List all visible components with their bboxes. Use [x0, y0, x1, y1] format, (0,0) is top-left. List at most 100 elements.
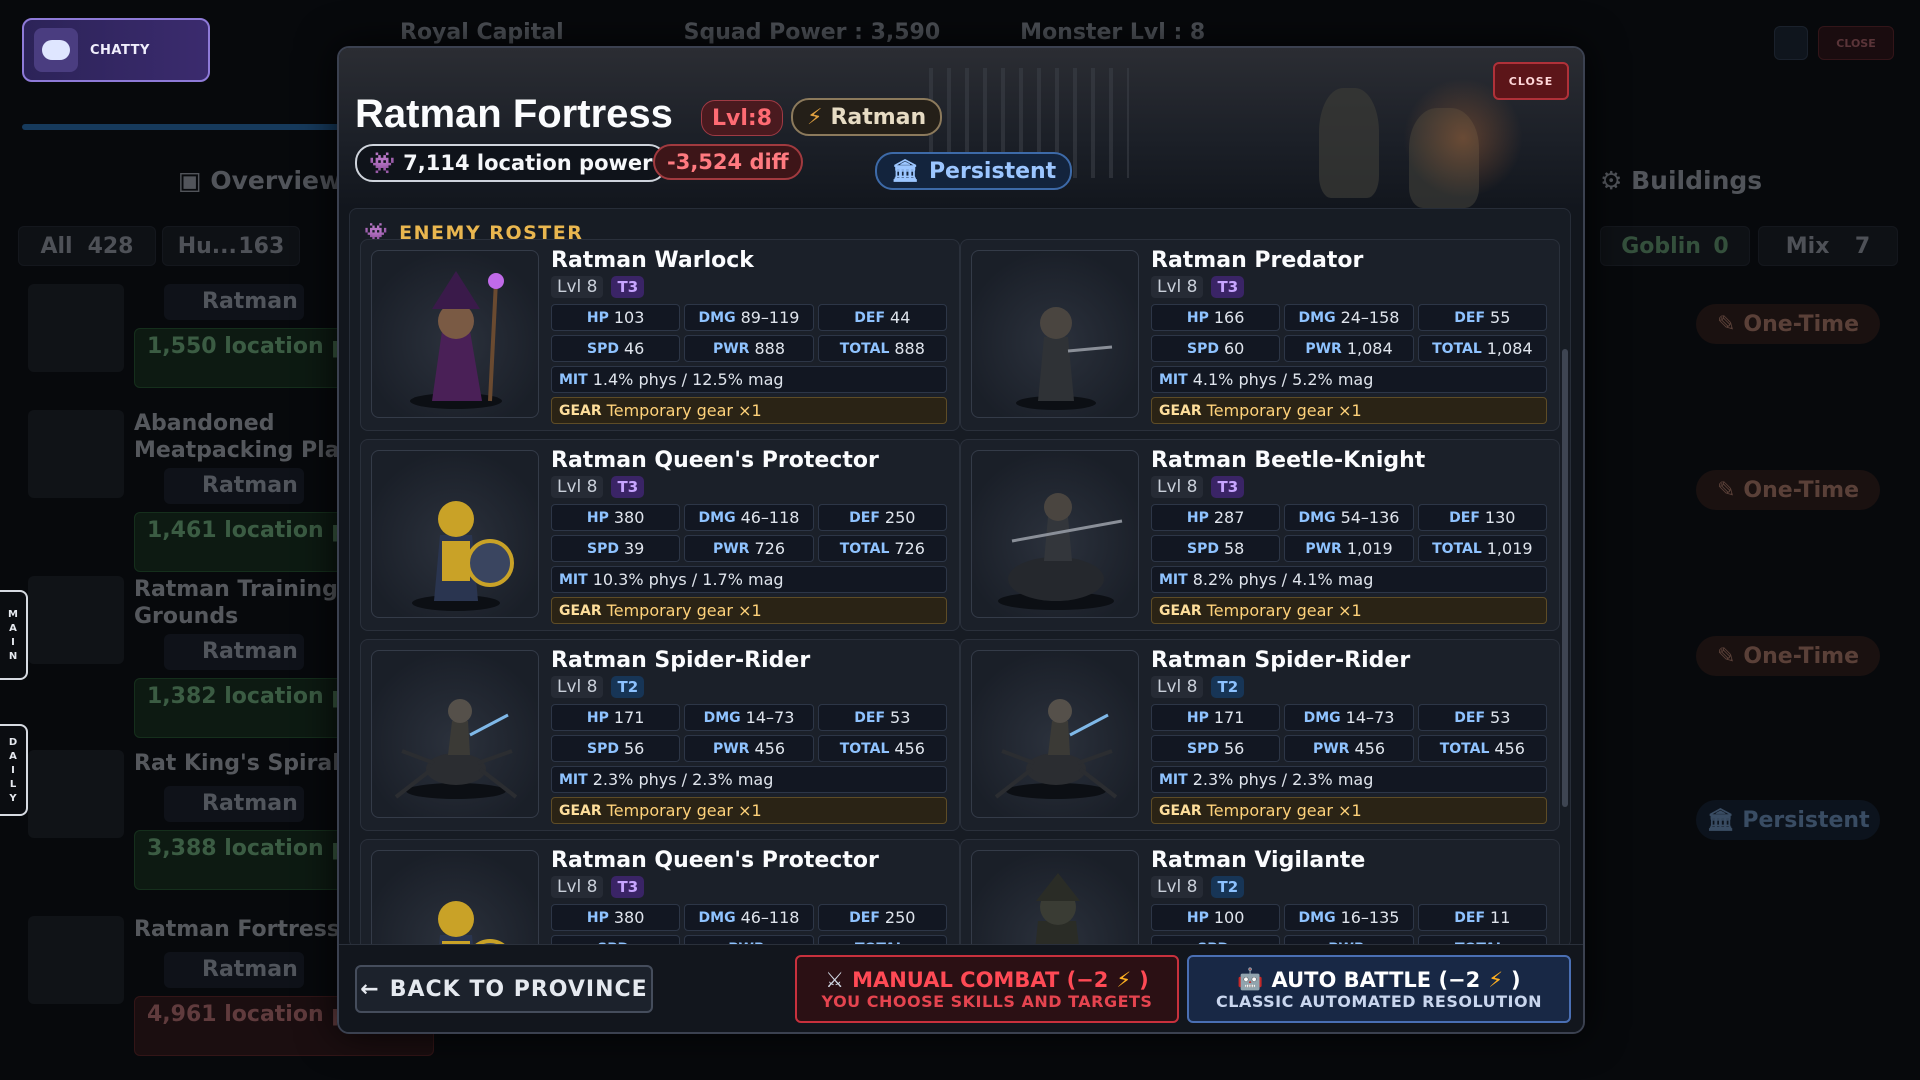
- unit-mitigation: MIT 10.3% phys / 1.7% mag: [551, 566, 947, 593]
- unit-mitigation: MIT 8.2% phys / 4.1% mag: [1151, 566, 1547, 593]
- filter-goblin[interactable]: Goblin 0: [1600, 226, 1750, 266]
- unit-level-row: Lvl 8 T3: [551, 276, 645, 298]
- stat-dmg: DMG 54–136: [1284, 504, 1414, 531]
- minimize-icon[interactable]: [1774, 26, 1808, 60]
- location-faction: Ratman: [164, 786, 304, 822]
- one-time-tag: ✎ One-Time: [1696, 470, 1880, 510]
- enemy-roster: 👾 ENEMY ROSTER Ratman Warlock Lvl 8 T3 H…: [349, 208, 1571, 948]
- unit-level: Lvl 8: [551, 676, 604, 698]
- unit-portrait: [371, 450, 539, 618]
- unit-stats: HP 171 DMG 14–73 DEF 53 SPD 56 PWR 456 TOTAL 4…: [551, 704, 947, 762]
- unit-tier-badge: T2: [1211, 876, 1245, 898]
- unit-tier-badge: T3: [611, 876, 645, 898]
- manual-combat-button[interactable]: ⚔ MANUAL COMBAT (−2 ⚡ ) YOU CHOOSE SKILL…: [795, 955, 1179, 1023]
- unit-card[interactable]: Ratman Predator Lvl 8 T3 HP 166 DMG 24–158…: [960, 239, 1560, 431]
- unit-portrait: [371, 250, 539, 418]
- stat-pwr: PWR 1,019: [1284, 535, 1414, 562]
- stat-hp: HP 287: [1151, 504, 1281, 531]
- stat-def: DEF 250: [817, 904, 947, 931]
- unit-mitigation: MIT 4.1% phys / 5.2% mag: [1151, 366, 1547, 393]
- manual-combat-label-close: ): [1139, 967, 1149, 992]
- chat-button[interactable]: CHATTY: [22, 18, 210, 82]
- stat-def: DEF 55: [1417, 304, 1547, 331]
- back-label: BACK TO PROVINCE: [389, 976, 648, 1002]
- background-progress-bar: [22, 124, 342, 130]
- unit-level: Lvl 8: [551, 276, 604, 298]
- stat-spd: SPD 58: [1151, 535, 1281, 562]
- back-to-province-button[interactable]: ← BACK TO PROVINCE: [355, 965, 653, 1013]
- stat-dmg: DMG 16–135: [1284, 904, 1414, 931]
- stat-dmg: DMG 46–118: [684, 904, 814, 931]
- monster-icon: 👾: [369, 150, 396, 175]
- stat-hp: HP 171: [551, 704, 681, 731]
- stat-hp: HP 100: [1151, 904, 1281, 931]
- unit-card[interactable]: Ratman Queen's Protector Lvl 8 T3 HP 380 …: [360, 839, 960, 947]
- unit-stats: HP100 DMG16–135 DEF11 SPD PWR TOTAL: [1151, 904, 1547, 947]
- stat-spd: SPD 46: [551, 335, 681, 362]
- stat-def: DEF 130: [1417, 504, 1547, 531]
- stat-total: TOTAL 1,084: [1417, 335, 1547, 362]
- tab-overview[interactable]: ▣ Overview: [178, 166, 342, 195]
- squad-power: Squad Power : 3,590: [683, 20, 941, 45]
- roster-scrollbar[interactable]: [1562, 349, 1568, 807]
- side-tab-main[interactable]: MAIN: [0, 590, 28, 680]
- side-tab-daily[interactable]: DAILY: [0, 724, 28, 816]
- unit-stats: HP 103 DMG 89–119 DEF 44 SPD 46 PWR 888 TOTAL…: [551, 304, 947, 362]
- stat-spd: SPD 60: [1151, 335, 1281, 362]
- unit-card[interactable]: Ratman Beetle-Knight Lvl 8 T3 HP 287 DMG 5…: [960, 439, 1560, 631]
- stat-pwr: PWR 456: [1284, 735, 1414, 762]
- stat-dmg: DMG 24–158: [1284, 304, 1414, 331]
- unit-name: Ratman Warlock: [551, 248, 754, 273]
- ratman-figure-illustration: [1319, 88, 1379, 198]
- unit-tier-badge: T3: [611, 476, 645, 498]
- location-thumbnail: [28, 410, 124, 498]
- location-faction: Ratman: [164, 468, 304, 504]
- close-button[interactable]: CLOSE: [1493, 62, 1569, 100]
- unit-level: Lvl 8: [1151, 876, 1204, 898]
- filter-all[interactable]: All 428: [18, 226, 156, 266]
- unit-stats: HP 287 DMG 54–136 DEF 130 SPD 58 PWR 1,019 TO…: [1151, 504, 1547, 562]
- unit-tier-badge: T2: [611, 676, 645, 698]
- unit-card[interactable]: Ratman Spider-Rider Lvl 8 T2 HP 171 DMG 14…: [960, 639, 1560, 831]
- energy-bolt-icon: ⚡: [1488, 967, 1504, 992]
- capital-name: Royal Capital: [400, 20, 564, 45]
- unit-card[interactable]: Ratman Queen's Protector Lvl 8 T3 HP 380 …: [360, 439, 960, 631]
- stat-def: DEF 44: [817, 304, 947, 331]
- unit-level-row: Lvl 8 T2: [551, 676, 645, 698]
- unit-stats: HP 166 DMG 24–158 DEF 55 SPD 60 PWR 1,084 TOT…: [1151, 304, 1547, 362]
- one-time-tag: ✎ One-Time: [1696, 636, 1880, 676]
- auto-battle-button[interactable]: 🤖 AUTO BATTLE (−2 ⚡ ) CLASSIC AUTOMATED …: [1187, 955, 1571, 1023]
- location-title: Ratman Fortress: [355, 92, 673, 136]
- unit-name: Ratman Spider-Rider: [1151, 648, 1411, 673]
- location-thumbnail: [28, 576, 124, 664]
- stat-hp: HP 380: [551, 504, 681, 531]
- unit-portrait: [971, 650, 1139, 818]
- unit-level-row: Lvl 8 T2: [1151, 676, 1245, 698]
- unit-gear: GEAR Temporary gear ×1: [551, 397, 947, 424]
- stat-total: TOTAL 456: [817, 735, 947, 762]
- faction-label: Ratman: [830, 104, 927, 130]
- unit-level-row: Lvl 8 T3: [1151, 476, 1245, 498]
- unit-card[interactable]: Ratman Warlock Lvl 8 T3 HP 103 DMG 89–119 …: [360, 239, 960, 431]
- stat-def: DEF 53: [817, 704, 947, 731]
- unit-name: Ratman Vigilante: [1151, 848, 1366, 873]
- unit-stats: HP380 DMG46–118 DEF250 SPD PWR TOTAL: [551, 904, 947, 947]
- tab-buildings[interactable]: ⚙ Buildings: [1600, 166, 1762, 195]
- unit-mitigation: MIT 1.4% phys / 12.5% mag: [551, 366, 947, 393]
- stat-pwr: PWR 726: [684, 535, 814, 562]
- persistent-badge: 🏛 Persistent: [875, 152, 1073, 190]
- chat-bubble-icon: [34, 28, 78, 72]
- stat-spd: SPD 56: [551, 735, 681, 762]
- building-icon: 🏛: [891, 158, 919, 184]
- filter-human[interactable]: Hu... 163: [162, 226, 300, 266]
- stat-dmg: DMG 46–118: [684, 504, 814, 531]
- unit-card[interactable]: Ratman Vigilante Lvl 8 T2 HP 100 DMG 16–13…: [960, 839, 1560, 947]
- persistent-tag: 🏛 Persistent: [1696, 800, 1880, 840]
- stat-spd: SPD 56: [1151, 735, 1281, 762]
- manual-combat-subtitle: YOU CHOOSE SKILLS AND TARGETS: [821, 991, 1153, 1011]
- unit-card[interactable]: Ratman Spider-Rider Lvl 8 T2 HP 171 DMG 14…: [360, 639, 960, 831]
- stat-dmg: DMG 14–73: [684, 704, 814, 731]
- filter-mix[interactable]: Mix 7: [1758, 226, 1898, 266]
- window-close-button[interactable]: CLOSE: [1818, 26, 1894, 60]
- monster-level: Monster Lvl : 8: [1020, 20, 1206, 45]
